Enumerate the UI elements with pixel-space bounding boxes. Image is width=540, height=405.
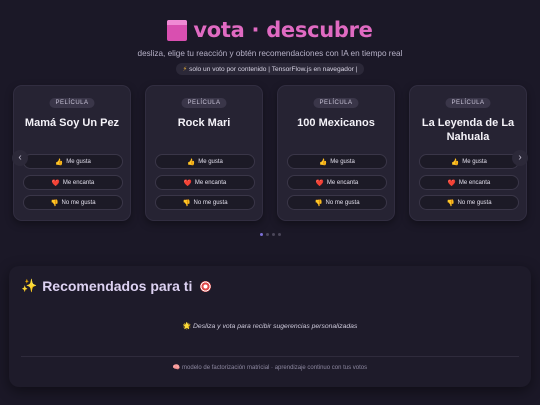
pagination-dot[interactable] <box>277 233 281 236</box>
chevron-right-icon: › <box>518 152 522 163</box>
dislike-button[interactable]: 👎 No me gusta <box>155 195 255 210</box>
carousel-prev-button[interactable]: ‹ <box>12 150 28 166</box>
dislike-label: No me gusta <box>193 199 228 206</box>
card-title: La Leyenda de La Nahuala <box>421 117 515 143</box>
info-pill-text: solo un voto por contenido | TensorFlow.… <box>189 66 358 73</box>
thumbs-up-icon: 👍 <box>55 158 64 166</box>
like-label: Me gusta <box>198 158 223 165</box>
card-title: 100 Mexicanos <box>297 117 375 129</box>
model-footer-text: modelo de factorización matricial · apre… <box>182 365 368 371</box>
love-button[interactable]: ❤️ Me encanta <box>287 175 387 190</box>
dislike-button[interactable]: 👎 No me gusta <box>419 195 519 210</box>
thumbs-down-icon: 👎 <box>314 199 323 207</box>
content-card[interactable]: PELÍCULA La Leyenda de La Nahuala 👍 Me gu… <box>409 85 527 221</box>
love-button[interactable]: ❤️ Me encanta <box>23 175 123 190</box>
carousel-pagination <box>0 233 540 236</box>
type-badge: PELÍCULA <box>49 98 95 108</box>
header: vota · descubre desliza, elige tu reacci… <box>0 0 540 76</box>
type-badge: PELÍCULA <box>445 98 491 108</box>
dislike-label: No me gusta <box>61 199 96 206</box>
sparkles-icon: ✨ <box>21 278 38 293</box>
recommendations-panel: ✨ Recomendados para ti 🌟 Desliza y vota … <box>9 266 531 387</box>
like-label: Me gusta <box>330 158 355 165</box>
model-footer: 🧠 modelo de factorización matricial · ap… <box>9 364 531 371</box>
target-icon <box>200 280 212 292</box>
star-icon: 🌟 <box>182 323 192 330</box>
like-button[interactable]: 👍 Me gusta <box>155 154 255 169</box>
thumbs-up-icon: 👍 <box>187 158 196 166</box>
content-carousel[interactable]: PELÍCULA Mamá Soy Un Pez 👍 Me gusta ❤️ Me … <box>0 85 540 236</box>
thumbs-down-icon: 👎 <box>50 199 59 207</box>
card-title: Rock Mari <box>177 117 231 129</box>
type-badge: PELÍCULA <box>313 98 359 108</box>
dislike-label: No me gusta <box>457 199 492 206</box>
card-title: Mamá Soy Un Pez <box>24 117 120 129</box>
recommendations-title-text: Recomendados para ti <box>42 278 193 294</box>
like-button[interactable]: 👍 Me gusta <box>23 154 123 169</box>
dislike-button[interactable]: 👎 No me gusta <box>287 195 387 210</box>
chevron-left-icon: ‹ <box>18 152 22 163</box>
recommendations-title: ✨ Recomendados para ti <box>21 278 212 294</box>
heart-icon: ❤️ <box>447 179 456 187</box>
pagination-dot[interactable] <box>271 233 275 236</box>
brain-icon: 🧠 <box>172 365 181 371</box>
love-label: Me encanta <box>62 179 95 186</box>
like-button[interactable]: 👍 Me gusta <box>287 154 387 169</box>
love-label: Me encanta <box>458 179 491 186</box>
thumbs-up-icon: 👍 <box>319 158 328 166</box>
heart-icon: ❤️ <box>183 179 192 187</box>
pagination-dot[interactable] <box>259 233 263 236</box>
app-title: vota · descubre <box>193 18 373 42</box>
brand: vota · descubre <box>0 17 540 43</box>
info-pill: ⚡ solo un voto por contenido | TensorFlo… <box>175 63 365 75</box>
dislike-label: No me gusta <box>325 199 360 206</box>
like-label: Me gusta <box>462 158 487 165</box>
heart-icon: ❤️ <box>51 179 60 187</box>
divider <box>21 356 519 357</box>
pagination-dot[interactable] <box>265 233 269 236</box>
heart-icon: ❤️ <box>315 179 324 187</box>
carousel-next-button[interactable]: › <box>512 150 528 166</box>
love-button[interactable]: ❤️ Me encanta <box>155 175 255 190</box>
thumbs-down-icon: 👎 <box>446 199 455 207</box>
tagline: desliza, elige tu reacción y obtén recom… <box>137 49 403 58</box>
dislike-button[interactable]: 👎 No me gusta <box>23 195 123 210</box>
love-button[interactable]: ❤️ Me encanta <box>419 175 519 190</box>
like-label: Me gusta <box>66 158 91 165</box>
love-label: Me encanta <box>194 179 227 186</box>
content-card[interactable]: PELÍCULA Rock Mari 👍 Me gusta ❤️ Me encant… <box>145 85 263 221</box>
thumbs-up-icon: 👍 <box>451 158 460 166</box>
content-card[interactable]: PELÍCULA Mamá Soy Un Pez 👍 Me gusta ❤️ Me … <box>13 85 131 221</box>
content-card[interactable]: PELÍCULA 100 Mexicanos 👍 Me gusta ❤️ Me en… <box>277 85 395 221</box>
empty-state-message: 🌟 Desliza y vota para recibir sugerencia… <box>9 322 531 330</box>
lightning-icon: ⚡ <box>182 66 188 73</box>
ballot-logo-icon <box>167 19 188 41</box>
type-badge: PELÍCULA <box>181 98 227 108</box>
love-label: Me encanta <box>326 179 359 186</box>
like-button[interactable]: 👍 Me gusta <box>419 154 519 169</box>
thumbs-down-icon: 👎 <box>182 199 191 207</box>
empty-state-text: Desliza y vota para recibir sugerencias … <box>193 323 358 330</box>
